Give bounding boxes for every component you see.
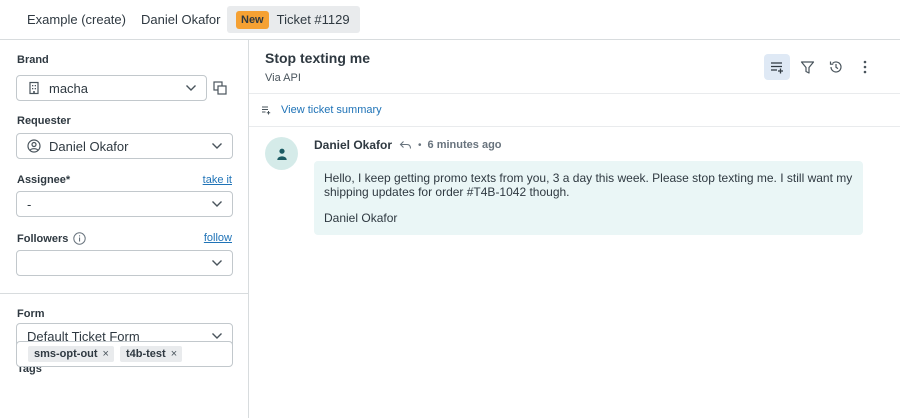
tag-label: t4b-test xyxy=(125,348,166,360)
requester-label: Requester xyxy=(17,115,71,127)
avatar[interactable] xyxy=(265,137,298,170)
tab-requester[interactable]: Daniel Okafor xyxy=(128,6,233,33)
divider xyxy=(249,93,900,94)
brand-select[interactable]: macha xyxy=(16,75,207,101)
brand-value: macha xyxy=(49,80,89,96)
conversation-list-icon xyxy=(771,62,783,74)
chevron-down-icon xyxy=(212,333,222,339)
requester-select[interactable]: Daniel Okafor xyxy=(16,133,233,159)
divider xyxy=(249,126,900,127)
chevron-down-icon xyxy=(212,201,222,207)
brand-label: Brand xyxy=(17,54,49,66)
building-icon xyxy=(29,81,39,95)
filter-icon xyxy=(800,60,814,74)
more-vertical-icon xyxy=(863,60,867,74)
remove-tag-icon[interactable]: × xyxy=(103,348,109,360)
tag-chip: t4b-test × xyxy=(119,346,183,362)
user-circle-icon xyxy=(27,139,41,153)
info-icon[interactable] xyxy=(73,232,87,245)
conversation-list-button[interactable] xyxy=(764,54,790,80)
followers-select[interactable] xyxy=(16,250,233,276)
reply-icon xyxy=(399,141,412,149)
remove-tag-icon[interactable]: × xyxy=(171,348,177,360)
tab-label: Daniel Okafor xyxy=(141,12,221,27)
tag-label: sms-opt-out xyxy=(34,348,98,360)
view-ticket-summary-link[interactable]: View ticket summary xyxy=(261,104,382,116)
new-badge: New xyxy=(236,10,269,29)
summary-icon xyxy=(262,106,271,115)
filter-button[interactable] xyxy=(794,54,820,80)
history-icon xyxy=(829,61,842,73)
ticket-subject: Stop texting me xyxy=(265,50,371,66)
message-signature: Daniel Okafor xyxy=(324,211,398,225)
tags-input[interactable]: sms-opt-out × t4b-test × xyxy=(16,341,233,367)
separator-dot: • xyxy=(418,139,422,151)
tag-chip: sms-opt-out × xyxy=(28,346,114,362)
assignee-value: - xyxy=(27,196,32,212)
history-button[interactable] xyxy=(823,54,849,80)
followers-label: Followers xyxy=(17,232,69,245)
conversation-pane: Stop texting me Via API View ticket summ… xyxy=(249,40,900,418)
author-name[interactable]: Daniel Okafor xyxy=(314,138,392,152)
requester-value: Daniel Okafor xyxy=(49,138,129,154)
summary-link-label: View ticket summary xyxy=(281,104,382,116)
assignee-label: Assignee* xyxy=(17,174,71,186)
tab-bar: Example (create) Daniel Okafor New Ticke… xyxy=(0,0,900,40)
message-body: Hello, I keep getting promo texts from y… xyxy=(324,171,853,199)
take-it-link[interactable]: take it xyxy=(203,174,232,186)
message-timestamp: 6 minutes ago xyxy=(427,139,502,151)
chevron-down-icon xyxy=(212,143,222,149)
chevron-down-icon xyxy=(212,260,222,266)
message-bubble: Hello, I keep getting promo texts from y… xyxy=(314,161,863,235)
more-options-button[interactable] xyxy=(852,54,878,80)
tab-label: Example (create) xyxy=(27,12,126,27)
assignee-select[interactable]: - xyxy=(16,191,233,217)
tab-label: Ticket #1129 xyxy=(276,12,350,27)
chevron-down-icon xyxy=(186,85,196,91)
tab-ticket[interactable]: New Ticket #1129 xyxy=(227,6,360,33)
tab-example-create[interactable]: Example (create) xyxy=(14,6,139,33)
form-label: Form xyxy=(17,308,45,320)
followers-label-row: Followers xyxy=(17,232,87,245)
copy-icon[interactable] xyxy=(213,81,227,95)
divider xyxy=(0,293,248,294)
message-header: Daniel Okafor • 6 minutes ago xyxy=(314,138,502,152)
ticket-channel: Via API xyxy=(265,72,301,84)
user-icon xyxy=(276,148,287,160)
follow-link[interactable]: follow xyxy=(204,232,232,244)
